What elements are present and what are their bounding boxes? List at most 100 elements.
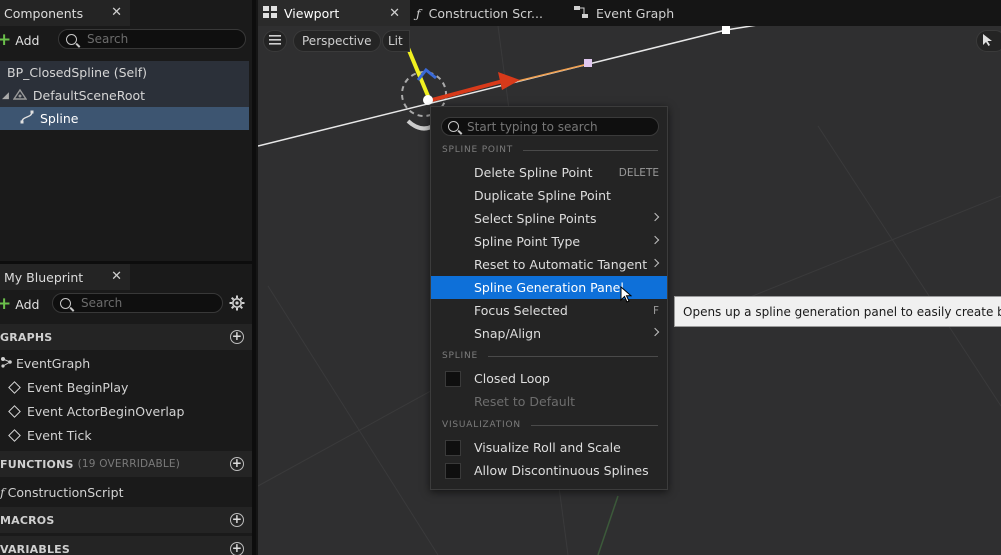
menu-item-reset-automatic-tangent[interactable]: Reset to Automatic Tangent [431,253,667,276]
section-label: VISUALIZATION [442,420,521,430]
viewport-menu-button[interactable] [263,30,287,52]
tree-item-self[interactable]: BP_ClosedSpline (Self) [0,61,249,84]
scene-root-icon [12,88,28,103]
menu-item-label: Reset to Automatic Tangent [474,257,648,272]
search-icon [60,297,71,309]
tab-event-graph[interactable]: Event Graph [574,0,704,26]
menu-item-label: Spline Generation Panel [474,280,624,295]
section-label: SPLINE [442,351,479,361]
add-component-button[interactable]: + Add [0,29,47,51]
functions-section-header[interactable]: FUNCTIONS (19 OVERRIDABLE) + [0,451,252,477]
vertical-splitter[interactable] [252,0,256,555]
close-icon[interactable]: ✕ [111,5,122,20]
event-diamond-icon [8,404,21,418]
section-divider [530,424,658,426]
menu-item-label: Visualize Roll and Scale [474,440,621,455]
tab-construction-script[interactable]: ƒ Construction Scr... [416,0,566,26]
menu-item-select-spline-points[interactable]: Select Spline Points [431,207,667,230]
components-search-input[interactable]: Search [58,29,246,49]
tree-item-label: BP_ClosedSpline (Self) [7,65,148,80]
collapse-arrow-icon[interactable]: ◢ [2,91,9,101]
mouse-cursor-icon [620,285,633,307]
components-tab[interactable]: Components ✕ [0,0,130,26]
menu-item-allow-discontinuous[interactable]: Allow Discontinuous Splines [431,459,667,482]
lit-button[interactable]: Lit [382,30,410,52]
search-placeholder: Search [81,296,123,310]
chevron-right-icon [650,212,660,222]
menu-item-label: Spline Point Type [474,234,581,249]
event-tick-item[interactable]: Event Tick [0,424,92,446]
menu-section-visualization: VISUALIZATION [442,418,658,432]
close-icon[interactable]: ✕ [389,6,400,21]
function-icon: ƒ [416,5,421,21]
event-actorbeginoverlap-item[interactable]: Event ActorBeginOverlap [0,400,184,422]
perspective-button[interactable]: Perspective [293,30,381,52]
event-diamond-icon [8,428,21,442]
tooltip-text: Opens up a spline generation panel to ea… [683,304,1001,319]
menu-item-label: Closed Loop [474,371,550,386]
shortcut-label: F [652,304,659,317]
menu-search-placeholder: Start typing to search [467,119,598,134]
perspective-label: Perspective [302,34,372,48]
chevron-right-icon [650,235,660,245]
menu-item-label: Allow Discontinuous Splines [474,463,649,478]
add-macro-icon[interactable]: + [230,513,244,527]
my-blueprint-tab-label: My Blueprint [4,269,84,285]
menu-item-label: Duplicate Spline Point [474,188,611,203]
tab-label: Viewport [284,5,340,21]
tree-item-default-scene-root[interactable]: ◢ DefaultSceneRoot [0,84,249,107]
functions-label: FUNCTIONS [0,457,74,471]
menu-item-spline-point-type[interactable]: Spline Point Type [431,230,667,253]
tab-label: Event Graph [596,5,675,21]
lit-label: Lit [388,34,403,48]
spline-icon [20,110,34,127]
discontinuous-checkbox[interactable] [445,463,461,479]
menu-item-label: Focus Selected [474,303,568,318]
menu-item-delete-spline-point[interactable]: Delete Spline Point DELETE [431,161,667,184]
event-label: Event BeginPlay [27,379,129,395]
graph-icon [0,356,12,371]
close-icon[interactable]: ✕ [111,269,122,284]
event-label: Event ActorBeginOverlap [27,403,185,419]
hamburger-icon [269,34,281,48]
add-label: Add [15,32,40,48]
add-label: Add [15,296,40,312]
roll-scale-checkbox[interactable] [445,440,461,456]
menu-section-spline: SPLINE [442,349,658,363]
cursor-icon [982,33,994,50]
my-blueprint-search-input[interactable]: Search [52,293,223,313]
event-diamond-icon [8,380,21,394]
search-placeholder: Search [87,32,129,46]
event-graph-item[interactable]: EventGraph [0,352,90,374]
menu-item-reset-to-default: Reset to Default [431,390,667,413]
add-blueprint-item-button[interactable]: + Add [0,293,47,315]
event-beginplay-item[interactable]: Event BeginPlay [0,376,128,398]
select-mode-button[interactable] [976,30,1001,52]
tab-viewport[interactable]: Viewport ✕ [258,0,410,26]
function-icon: ƒ [0,484,5,500]
menu-search-input[interactable]: Start typing to search [441,117,659,136]
menu-item-visualize-roll-scale[interactable]: Visualize Roll and Scale [431,436,667,459]
add-function-icon[interactable]: + [230,457,244,471]
tree-item-label: Spline [40,111,79,126]
graphs-label: GRAPHS [0,330,53,344]
my-blueprint-tab[interactable]: My Blueprint ✕ [0,264,130,290]
construction-script-label: ConstructionScript [7,484,124,500]
search-icon [66,33,77,45]
chevron-right-icon [650,327,660,337]
variables-label: VARIABLES [0,542,70,555]
menu-item-duplicate-spline-point[interactable]: Duplicate Spline Point [431,184,667,207]
construction-script-item[interactable]: ƒ ConstructionScript [0,481,124,503]
tree-item-spline[interactable]: Spline [0,107,249,130]
menu-item-snap-align[interactable]: Snap/Align [431,322,667,345]
macros-section-header[interactable]: MACROS + [0,507,252,533]
shortcut-label: DELETE [618,166,659,179]
menu-item-closed-loop[interactable]: Closed Loop [431,367,667,390]
gear-icon[interactable] [229,295,245,314]
variables-section-header[interactable]: VARIABLES + [0,536,252,555]
closed-loop-checkbox[interactable] [445,371,461,387]
add-variable-icon[interactable]: + [230,542,244,555]
section-label: SPLINE POINT [442,145,514,155]
add-graph-icon[interactable]: + [230,330,244,344]
graphs-section-header[interactable]: GRAPHS + [0,324,252,350]
